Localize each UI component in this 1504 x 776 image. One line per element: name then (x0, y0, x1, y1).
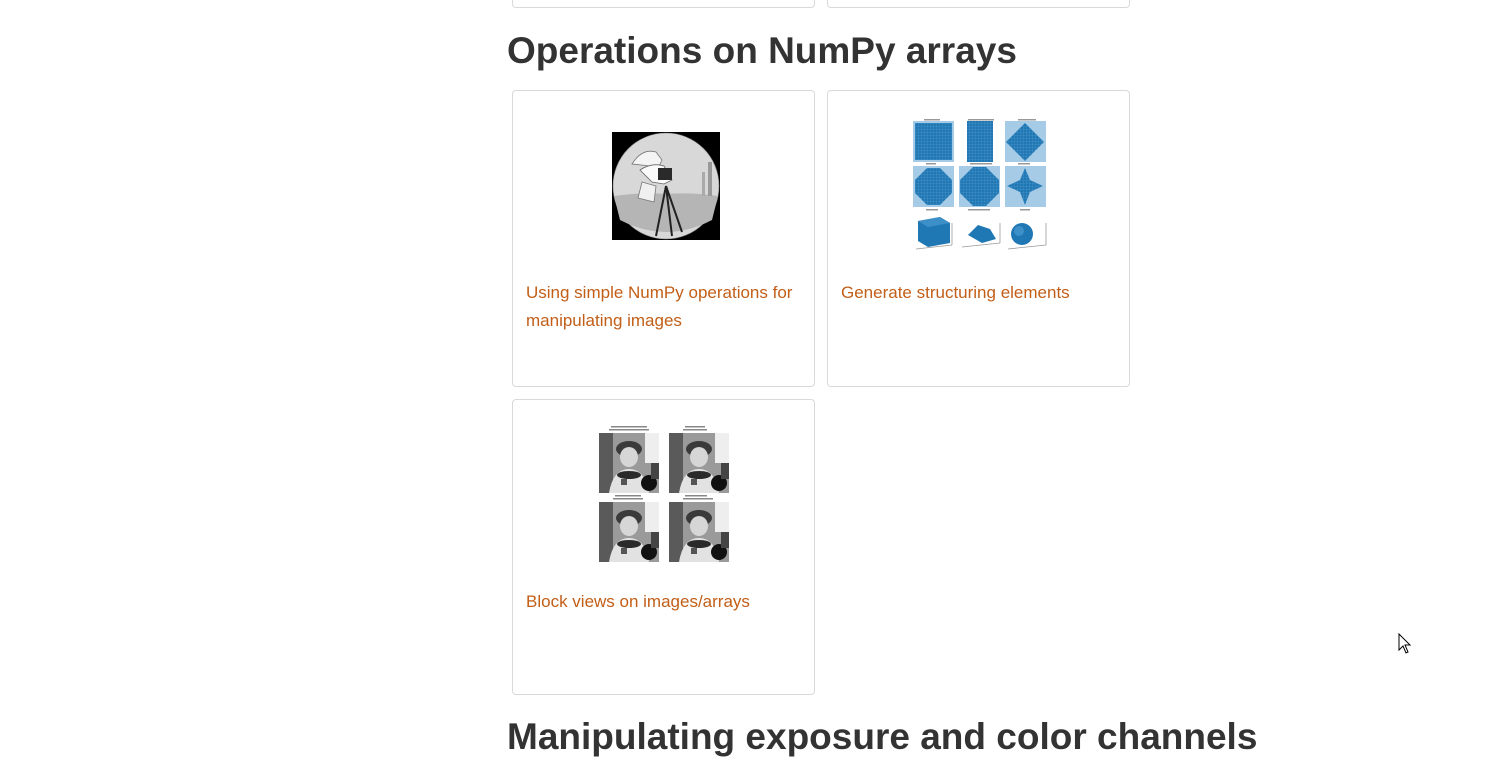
gallery-card[interactable]: Block views on images/arrays (512, 399, 815, 695)
section-heading: Operations on NumPy arrays (507, 30, 1017, 71)
example-link[interactable]: Block views on images/arrays (526, 588, 802, 616)
example-link[interactable]: Using simple NumPy operations for manipu… (526, 279, 802, 335)
section-heading: Manipulating exposure and color channels (507, 716, 1258, 757)
mouse-pointer-icon (1398, 633, 1412, 654)
astronaut-block-views-thumbnail (599, 426, 729, 562)
gallery-card-previous-2[interactable] (827, 0, 1130, 8)
camera-masked-thumbnail (612, 132, 720, 240)
example-link[interactable]: Generate structuring elements (841, 279, 1117, 307)
gallery-card[interactable]: Generate structuring elements (827, 90, 1130, 387)
structuring-elements-thumbnail (913, 119, 1047, 250)
gallery-page: Operations on NumPy arrays Using simple … (0, 0, 1504, 776)
gallery-card-previous-1[interactable] (512, 0, 815, 8)
gallery-card[interactable]: Using simple NumPy operations for manipu… (512, 90, 815, 387)
